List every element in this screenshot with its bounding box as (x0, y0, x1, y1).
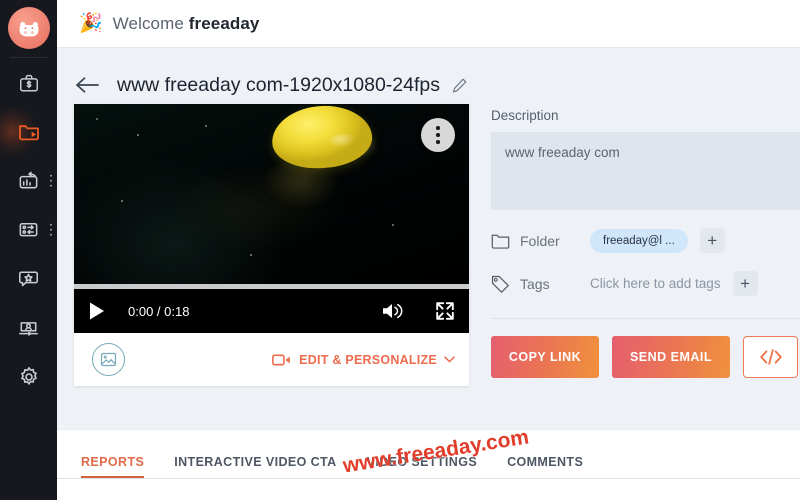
description-label: Description (491, 108, 559, 123)
sidebar-item-gear[interactable] (0, 352, 57, 401)
sidebar (0, 0, 57, 500)
welcome-message: Welcome freeaday (113, 14, 260, 34)
change-thumbnail-button[interactable] (92, 343, 125, 376)
analytics-report-icon (19, 171, 38, 189)
sidebar-item-chat-star[interactable] (0, 254, 57, 303)
sidebar-item-integrations[interactable] (0, 205, 57, 254)
volume-icon[interactable] (381, 301, 405, 321)
tags-add-button[interactable]: + (732, 271, 758, 296)
sidebar-item-analytics-report[interactable] (0, 156, 57, 205)
bubble-speck (137, 134, 139, 136)
copy-link-button[interactable]: COPY LINK (491, 336, 599, 378)
sidebar-item-user-flow[interactable] (0, 303, 57, 352)
bubble-speck (250, 254, 252, 256)
integrations-icon (19, 222, 38, 237)
video-card: 0:00 / 0:18 EDIT & PERSONALIZE (74, 104, 469, 386)
sidebar-kebab-integrations[interactable] (49, 223, 52, 236)
image-icon (100, 352, 117, 367)
bubble-speck (121, 200, 123, 202)
gear-icon (20, 366, 37, 385)
fullscreen-icon[interactable] (435, 301, 455, 321)
code-brackets-icon (759, 349, 782, 365)
folder-row: Folder freeaday@l ... + (491, 228, 800, 253)
tab-comments[interactable]: COMMENTS (507, 455, 583, 478)
actions-row: COPY LINK SEND EMAIL (491, 336, 800, 378)
chevron-down-icon (444, 356, 455, 363)
video-player[interactable] (74, 104, 469, 284)
send-email-button[interactable]: SEND EMAIL (612, 336, 730, 378)
party-popper-icon: 🎉 (79, 13, 103, 34)
avatar[interactable] (7, 7, 50, 49)
welcome-prefix: Welcome (112, 13, 189, 33)
bubble-speck (96, 118, 98, 120)
user-flow-icon (19, 322, 38, 336)
video-footer: EDIT & PERSONALIZE (74, 333, 469, 386)
folder-chip[interactable]: freeaday@l ... (590, 228, 688, 253)
main-content: www freeaday com-1920x1080-24fps 0:00 / … (57, 48, 800, 500)
video-time-display: 0:00 / 0:18 (128, 303, 190, 319)
sidebar-kebab-analytics[interactable] (49, 174, 52, 187)
bubble-speck (392, 224, 394, 226)
tags-row: Tags Click here to add tags + (491, 271, 800, 296)
folder-label: Folder (520, 232, 560, 249)
embed-code-button[interactable] (743, 336, 798, 378)
folder-icon (491, 233, 511, 249)
page-title: www freeaday com-1920x1080-24fps (117, 73, 441, 96)
tags-input[interactable]: Click here to add tags (590, 276, 721, 291)
folder-video-icon (18, 124, 39, 140)
tab-reports[interactable]: REPORTS (81, 455, 145, 478)
video-more-options-button[interactable] (421, 118, 455, 152)
tabs-underline (57, 478, 800, 479)
sidebar-item-briefcase-dollar[interactable] (0, 58, 57, 107)
welcome-username: freeaday (188, 13, 260, 33)
description-value: www freeaday com (505, 145, 620, 160)
avatar-hippo-icon (19, 22, 38, 37)
content-split: 0:00 / 0:18 EDIT & PERSONALIZE Descripti… (57, 104, 800, 386)
folder-add-button[interactable]: + (699, 228, 725, 253)
tag-icon (491, 275, 511, 293)
sidebar-item-folder-video[interactable] (0, 107, 57, 156)
details-panel: Description www freeaday com Folder free… (469, 104, 800, 386)
edit-personalize-label: EDIT & PERSONALIZE (299, 352, 437, 367)
video-controls: 0:00 / 0:18 (74, 289, 469, 333)
briefcase-dollar-icon (19, 74, 38, 92)
title-row: www freeaday com-1920x1080-24fps (57, 48, 800, 104)
tab-interactive-video-cta[interactable]: INTERACTIVE VIDEO CTA (174, 455, 336, 478)
edit-and-personalize-button[interactable]: EDIT & PERSONALIZE (272, 353, 455, 367)
details-divider (491, 318, 800, 319)
tab-video-settings[interactable]: VIDEO SETTINGS (367, 455, 477, 478)
tabs-bar: REPORTS INTERACTIVE VIDEO CTA VIDEO SETT… (57, 429, 800, 500)
chat-star-icon (19, 271, 38, 287)
description-field[interactable]: www freeaday com (491, 132, 800, 210)
play-icon[interactable] (88, 301, 106, 321)
tags-label: Tags (520, 275, 550, 292)
video-camera-icon (272, 353, 290, 365)
bubble-speck (205, 125, 207, 127)
back-arrow-icon[interactable] (75, 74, 101, 96)
top-header: 🎉 Welcome freeaday (57, 0, 800, 48)
tabs: REPORTS INTERACTIVE VIDEO CTA VIDEO SETT… (57, 430, 613, 478)
edit-pencil-icon[interactable] (451, 77, 468, 94)
